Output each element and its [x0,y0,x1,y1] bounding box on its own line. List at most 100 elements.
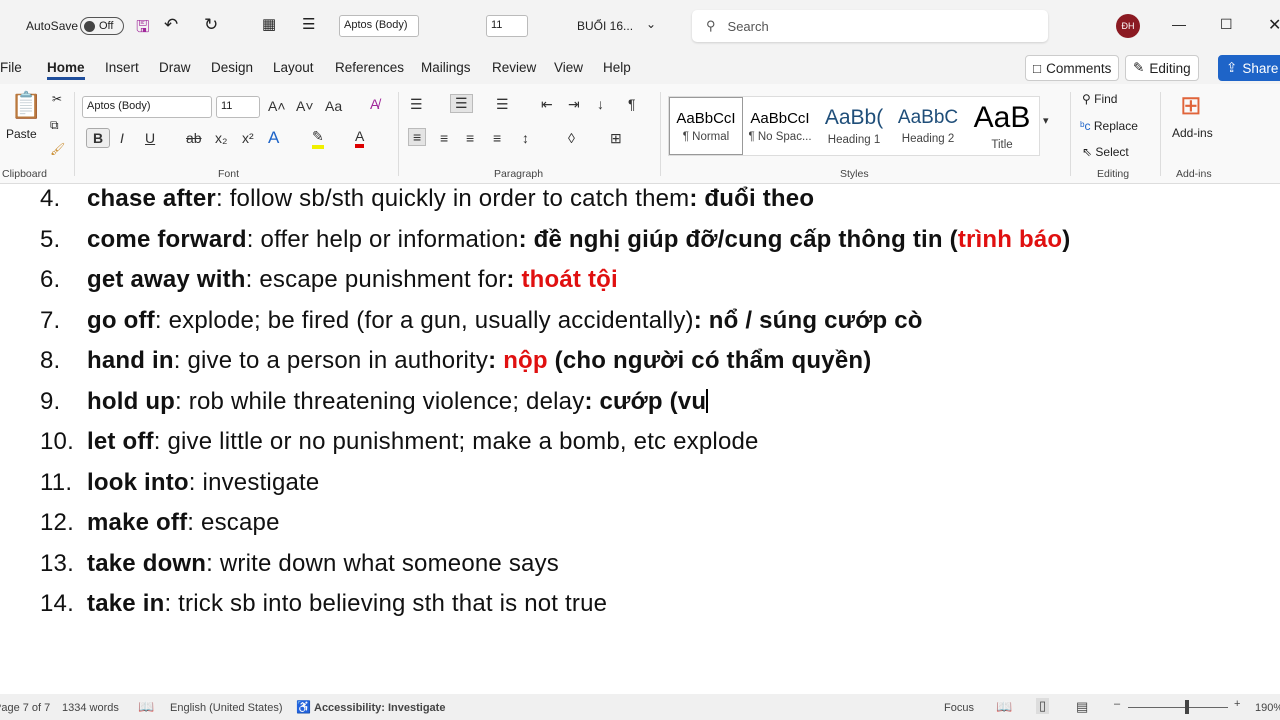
autosave-toggle[interactable]: Off [80,17,124,35]
search-box[interactable]: ⚲ Search [692,10,1048,42]
zoom-slider-thumb[interactable] [1185,700,1189,714]
paste-icon[interactable]: 📋 [10,90,42,121]
share-button[interactable]: ⇪ Share [1218,55,1280,81]
style-heading-1[interactable]: AaBb(Heading 1 [817,97,891,155]
list-item[interactable]: 10. let off: give little or no punishment… [40,428,759,456]
tab-insert[interactable]: Insert [105,60,139,75]
list-item[interactable]: 8. hand in: give to a person in authority… [40,347,871,375]
list-item[interactable]: 6. get away with: escape punishment for: … [40,266,618,294]
cut-icon[interactable]: ✂ [52,92,62,106]
text-effects-icon[interactable]: A [268,128,279,148]
sort-icon[interactable]: ↓ [597,96,604,112]
undo-icon[interactable]: ↶ [164,15,178,35]
web-layout-icon[interactable]: ▤ [1076,699,1088,715]
bold-button[interactable]: B [86,128,111,148]
underline-button[interactable]: U [145,130,155,146]
justify-icon[interactable]: ≡ [493,130,501,146]
select-button[interactable]: ⇖ Select [1082,145,1129,159]
list-item[interactable]: 11. look into: investigate [40,469,319,497]
styles-more-icon[interactable]: ▾ [1043,114,1049,127]
qat-size-select[interactable]: 11 [486,15,528,37]
zoom-slider[interactable] [1128,707,1228,708]
strikethrough-button[interactable]: ab [186,130,202,146]
minimize-icon[interactable]: — [1172,16,1186,32]
qat-font-select[interactable]: Aptos (Body) [339,15,419,37]
line-spacing-icon[interactable]: ↕ [522,130,529,146]
style-heading-2[interactable]: AaBbC Heading 2 [891,97,965,155]
show-marks-icon[interactable]: ¶ [628,96,636,112]
document-page[interactable]: 4. chase after: follow sb/sth quickly in … [0,184,1280,694]
focus-button[interactable]: Focus [944,702,974,714]
accessibility-status[interactable]: Accessibility: Investigate [314,702,445,714]
language[interactable]: English (United States) [170,702,283,714]
style-no-spac[interactable]: AaBbCcI ¶ No Spac... [743,97,817,155]
list-item[interactable]: 13. take down: write down what someone sa… [40,550,559,578]
decrease-indent-icon[interactable]: ⇤ [541,96,553,113]
table-icon[interactable]: ▦ [262,15,276,33]
addins-button[interactable]: Add-ins [1172,126,1213,140]
list-item[interactable]: 7. go off: explode; be fired (for a gun, … [40,307,923,335]
increase-indent-icon[interactable]: ⇥ [568,96,580,113]
save-icon[interactable]: 🖫 [136,16,150,43]
multilevel-list-icon[interactable]: ☰ [496,96,509,113]
numbering-icon[interactable]: ☰ [450,94,473,113]
tab-review[interactable]: Review [492,60,536,75]
shrink-font-icon[interactable]: A˅ [296,98,314,114]
avatar[interactable]: ĐH [1116,14,1140,38]
subscript-button[interactable]: x₂ [215,130,227,146]
print-layout-icon[interactable]: ▯ [1036,698,1050,714]
comments-button[interactable]: □ Comments [1025,55,1120,81]
page-count[interactable]: Page 7 of 7 [0,702,50,714]
list-item[interactable]: 14. take in: trick sb into believing sth … [40,590,607,618]
font-color-icon[interactable]: A [355,128,365,148]
zoom-level[interactable]: 190% [1255,702,1280,714]
word-count[interactable]: 1334 words [62,702,119,714]
grow-font-icon[interactable]: A˄ [268,98,286,114]
tab-file[interactable]: File [0,60,22,75]
italic-button[interactable]: I [120,130,124,146]
font-name-select[interactable]: Aptos (Body) [82,96,212,118]
tab-help[interactable]: Help [603,60,631,75]
align-left-icon[interactable]: ≡ [408,128,427,146]
proofing-icon[interactable]: 📖 [138,699,154,715]
list-item[interactable]: 9. hold up: rob while threatening violenc… [40,388,708,416]
clear-format-icon[interactable]: A̸ [370,96,379,112]
copy-icon[interactable]: ⧉ [50,118,59,133]
font-size-select[interactable]: 11 [216,96,260,118]
bullets-icon[interactable]: ☰ [410,96,423,113]
align-right-icon[interactable]: ≡ [466,130,474,146]
read-mode-icon[interactable]: 📖 [996,699,1012,715]
close-icon[interactable]: ✕ [1268,15,1280,35]
tab-draw[interactable]: Draw [159,60,191,75]
redo-icon[interactable]: ↻ [204,15,218,35]
list-item[interactable]: 5. come forward: offer help or informatio… [40,226,1071,254]
change-case-icon[interactable]: Aa [325,98,342,114]
find-button[interactable]: ⚲ Find [1082,92,1117,106]
tab-references[interactable]: References [335,60,404,75]
replace-button[interactable]: ᵇc Replace [1080,119,1138,133]
tab-layout[interactable]: Layout [273,60,314,75]
document-title[interactable]: BUỔI 16... [577,19,633,33]
tab-view[interactable]: View [554,60,583,75]
tab-design[interactable]: Design [211,60,253,75]
bullets-icon[interactable]: ☰ [302,15,315,33]
highlight-icon[interactable]: ✎ [312,128,324,149]
list-item[interactable]: 12. make off: escape [40,509,280,537]
title-chevron-icon[interactable]: ⌄ [646,17,656,31]
borders-icon[interactable]: ⊞ [610,130,622,147]
superscript-button[interactable]: x² [242,130,254,146]
style-normal[interactable]: AaBbCcI ¶ Normal [669,97,744,155]
addins-icon[interactable]: ⊞ [1180,90,1202,121]
zoom-out-icon[interactable]: – [1114,698,1120,710]
maximize-icon[interactable]: ☐ [1220,16,1233,33]
paste-button[interactable]: Paste [6,127,37,141]
list-item[interactable]: 4. chase after: follow sb/sth quickly in … [40,185,814,213]
format-painter-icon[interactable]: 🖌 [50,142,65,156]
editing-mode-button[interactable]: ✎ Editing [1125,55,1199,81]
tab-mailings[interactable]: Mailings [421,60,471,75]
zoom-in-icon[interactable]: + [1234,698,1240,710]
align-center-icon[interactable]: ≡ [440,130,448,146]
tab-home[interactable]: Home [47,60,85,80]
style-title[interactable]: AaB Title [965,97,1039,155]
shading-icon[interactable]: ◊ [568,130,575,146]
